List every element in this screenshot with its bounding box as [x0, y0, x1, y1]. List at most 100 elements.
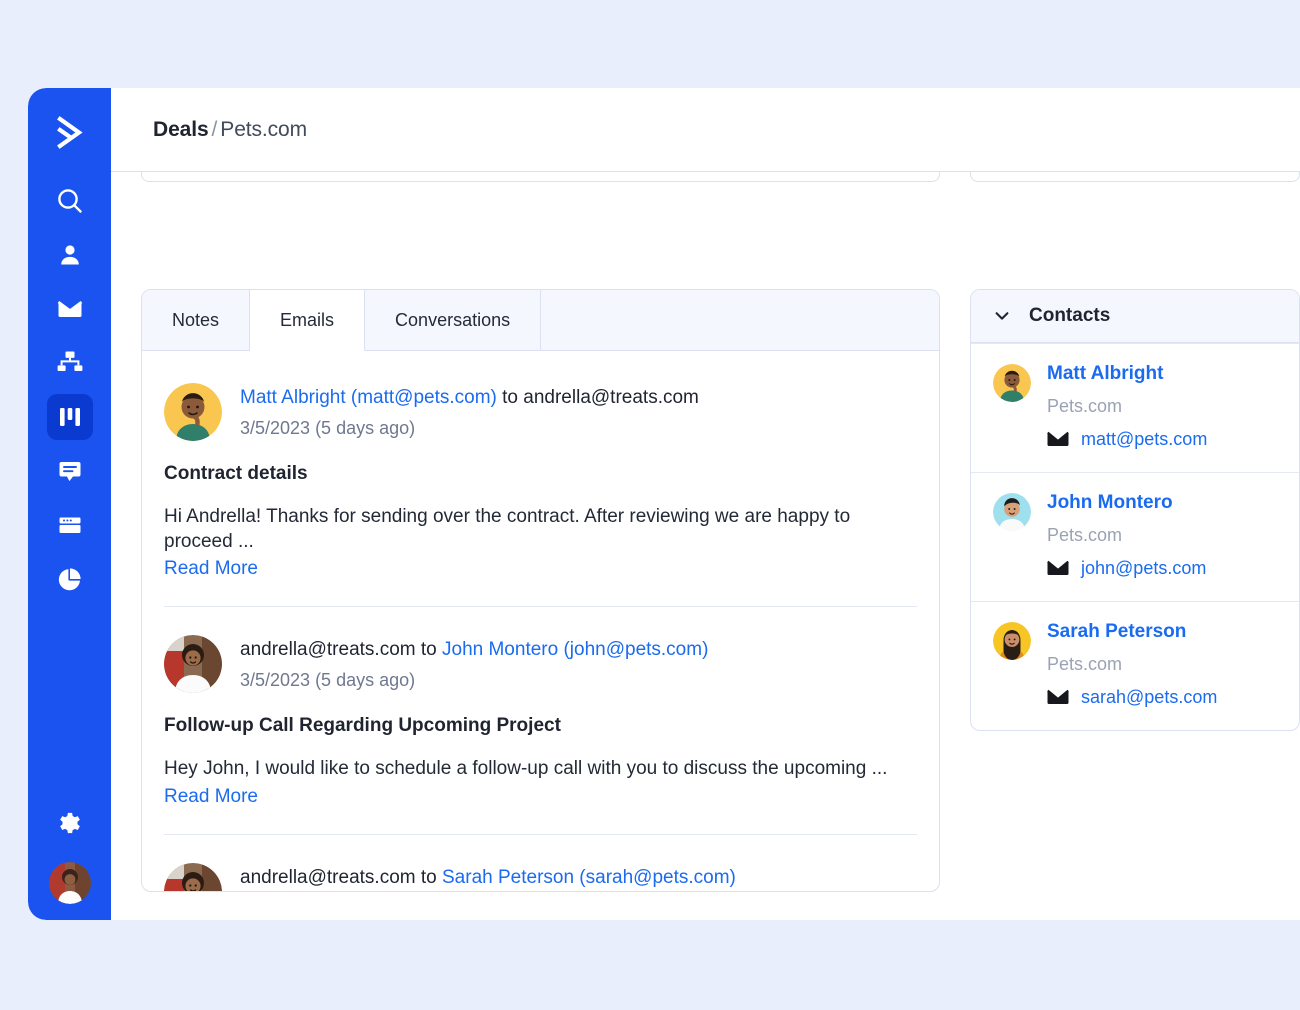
envelope-icon [1047, 560, 1069, 576]
gear-icon [56, 811, 84, 839]
contact-org: Pets.com [1047, 524, 1123, 545]
read-more-link[interactable]: Read More [164, 558, 258, 580]
email-date: 3/5/2023 (5 days ago) [240, 670, 416, 691]
chevron-down-icon[interactable] [993, 307, 1011, 325]
sidebar-item-search[interactable] [47, 178, 93, 224]
website-icon [56, 511, 84, 539]
email-connector: to [496, 387, 524, 408]
contact-info: Matt Albright Pets.com matt@pets.com [1047, 363, 1207, 450]
contact-email-link[interactable]: john@pets.com [1081, 558, 1206, 579]
tab-notes[interactable]: Notes [142, 290, 251, 350]
email-meta: andrella@treats.com to Sarah Peterson (s… [240, 863, 736, 891]
email-to-link[interactable]: John Montero (john@pets.com) [442, 639, 708, 660]
sidebar-item-automations[interactable] [47, 340, 93, 386]
matt-albright-avatar [164, 383, 222, 441]
john-montero-avatar [993, 492, 1031, 531]
email-meta: Matt Albright (matt@pets.com) to andrell… [240, 383, 699, 439]
activecampaign-chevron-logo-icon[interactable] [47, 110, 93, 156]
breadcrumb-separator: / [211, 117, 218, 141]
contact-org: Pets.com [1047, 653, 1123, 674]
email-parties: andrella@treats.com to Sarah Peterson (s… [240, 865, 736, 891]
reports-icon [56, 565, 84, 593]
activity-tabs: Notes Emails Conversations [142, 290, 939, 351]
contact-email-row: john@pets.com [1047, 558, 1206, 579]
contact-list-item[interactable]: Matt Albright Pets.com matt@pets.com [971, 343, 1299, 472]
contact-list-item[interactable]: John Montero Pets.com john@pets.com [971, 471, 1299, 601]
contacts-panel: Contacts Matt Albright Pets.com matt@pet… [970, 289, 1300, 731]
sidebar-bottom-group [47, 802, 93, 904]
contact-email-row: matt@pets.com [1047, 429, 1207, 450]
contact-email-link[interactable]: sarah@pets.com [1081, 687, 1217, 708]
contacts-panel-header[interactable]: Contacts [971, 290, 1299, 343]
deals-icon [57, 404, 83, 430]
sidebar-item-website[interactable] [47, 502, 93, 548]
automations-icon [56, 349, 84, 377]
email-from-text: andrella@treats.com [240, 639, 416, 661]
contact-email-row: sarah@pets.com [1047, 687, 1217, 708]
envelope-icon [1047, 431, 1069, 447]
content-region: Notes Emails Conversations Matt Albright… [111, 172, 1300, 920]
activity-tab-card: Notes Emails Conversations Matt Albright… [141, 289, 940, 892]
sidebar-item-deals[interactable] [46, 394, 93, 440]
email-header: andrella@treats.com to John Montero (joh… [164, 635, 917, 694]
email-connector: to [415, 639, 442, 661]
email-list-item[interactable]: Matt Albright (matt@pets.com) to andrell… [164, 351, 917, 606]
sarah-peterson-avatar [993, 621, 1031, 660]
email-connector: to [415, 867, 442, 889]
sidebar-item-contacts[interactable] [47, 232, 93, 278]
email-to-link[interactable]: Sarah Peterson (sarah@pets.com) [442, 867, 736, 888]
contact-info: Sarah Peterson Pets.com sarah@pets.com [1047, 621, 1217, 708]
email-meta: andrella@treats.com to John Montero (joh… [240, 635, 708, 691]
conversations-icon [56, 457, 84, 485]
email-header: Matt Albright (matt@pets.com) to andrell… [164, 383, 917, 441]
contacts-panel-title: Contacts [1029, 305, 1111, 326]
top-header-bar: Deals / Pets.com [111, 88, 1300, 172]
search-icon [55, 186, 85, 216]
email-from-link[interactable]: Matt Albright (matt@pets.com) [240, 387, 497, 408]
left-column: Notes Emails Conversations Matt Albright… [141, 172, 940, 920]
email-from-text: andrella@treats.com [240, 867, 416, 889]
email-subject: Follow-up Call Regarding Upcoming Projec… [164, 715, 561, 737]
email-header: andrella@treats.com to Sarah Peterson (s… [164, 863, 917, 891]
email-list-item[interactable]: andrella@treats.com to Sarah Peterson (s… [164, 834, 917, 891]
email-parties: Matt Albright (matt@pets.com) to andrell… [240, 385, 699, 411]
contact-name-link[interactable]: John Montero [1047, 492, 1206, 514]
contact-icon [56, 241, 84, 269]
contact-list-item[interactable]: Sarah Peterson Pets.com sarah@pets.com [971, 600, 1299, 730]
email-date: 3/5/2023 (5 days ago) [240, 417, 416, 438]
andrella-avatar [164, 635, 222, 694]
email-list-item[interactable]: andrella@treats.com to John Montero (joh… [164, 606, 917, 834]
account-avatar[interactable] [48, 862, 91, 904]
andrella-avatar [164, 863, 222, 891]
email-snippet: Hey John, I would like to schedule a fol… [164, 758, 888, 780]
contact-email-link[interactable]: matt@pets.com [1081, 429, 1207, 450]
sidebar-nav-list [28, 178, 111, 602]
breadcrumb-root[interactable]: Deals [153, 118, 209, 141]
envelope-icon [1047, 689, 1069, 705]
tab-conversations[interactable]: Conversations [365, 290, 542, 350]
read-more-link[interactable]: Read More [164, 786, 258, 808]
email-subject: Contract details [164, 463, 308, 484]
primary-sidebar [28, 88, 111, 920]
email-parties: andrella@treats.com to John Montero (joh… [240, 637, 708, 663]
right-column: Contacts Matt Albright Pets.com matt@pet… [970, 172, 1300, 920]
envelope-icon [55, 294, 85, 324]
sidebar-item-settings[interactable] [47, 802, 93, 848]
contact-name-link[interactable]: Sarah Peterson [1047, 621, 1217, 643]
contact-info: John Montero Pets.com john@pets.com [1047, 492, 1206, 579]
breadcrumb: Deals / Pets.com [153, 118, 307, 142]
sidebar-item-campaigns[interactable] [47, 286, 93, 332]
deal-summary-card-partial [970, 172, 1300, 182]
email-list: Matt Albright (matt@pets.com) to andrell… [142, 351, 939, 891]
sidebar-item-reports[interactable] [47, 556, 93, 602]
deal-details-card-partial [141, 172, 940, 182]
matt-albright-avatar [993, 364, 1031, 402]
contact-org: Pets.com [1047, 395, 1123, 416]
tab-emails[interactable]: Emails [250, 290, 366, 351]
contact-name-link[interactable]: Matt Albright [1047, 363, 1207, 385]
email-to-text: andrella@treats.com [523, 387, 699, 408]
main-area: Deals / Pets.com Notes Emails Conversation… [111, 88, 1300, 920]
sidebar-item-conversations[interactable] [47, 448, 93, 494]
tab-bar-filler [541, 290, 939, 350]
breadcrumb-current: Pets.com [220, 117, 308, 141]
